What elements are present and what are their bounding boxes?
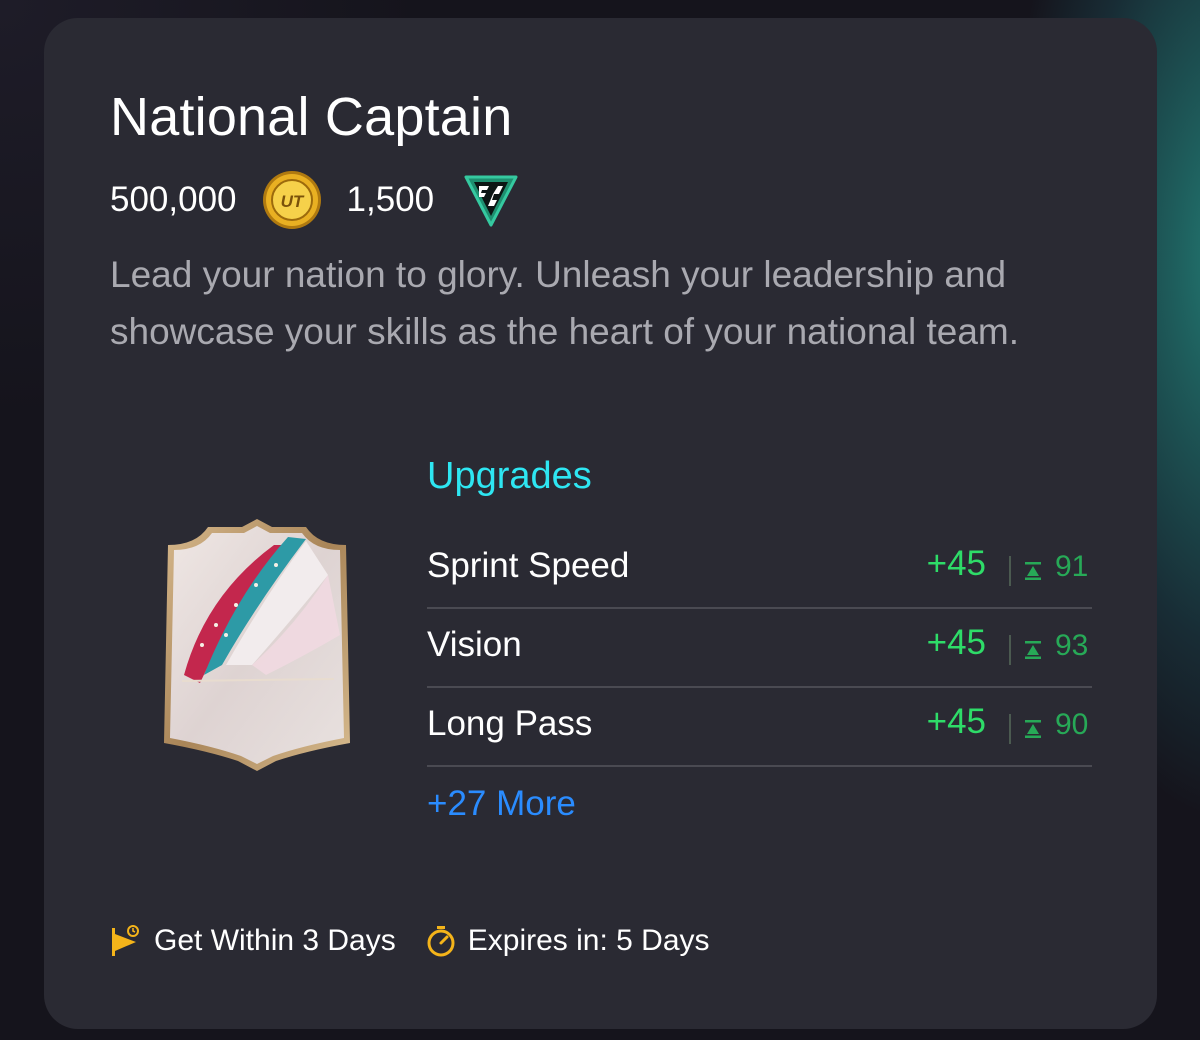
upgrade-name: Vision bbox=[427, 625, 522, 664]
more-upgrades-link[interactable]: +27 More bbox=[427, 784, 576, 824]
upgrade-max: 91 bbox=[1055, 550, 1089, 583]
upgrade-row-sprint-speed: Sprint Speed +45 91 bbox=[427, 528, 1092, 609]
svg-text:UT: UT bbox=[280, 192, 304, 211]
max-cap-icon bbox=[1025, 562, 1041, 580]
upgrade-boost: +45 bbox=[926, 623, 986, 662]
get-within-label: Get Within 3 Days bbox=[154, 924, 396, 957]
fc-points-icon bbox=[464, 175, 518, 227]
upgrade-max: 93 bbox=[1055, 629, 1089, 662]
upgrade-boost: +45 bbox=[926, 544, 986, 583]
expires-label: Expires in: 5 Days bbox=[467, 924, 710, 957]
divider bbox=[1009, 635, 1011, 665]
player-card-icon bbox=[164, 519, 350, 771]
divider bbox=[1009, 714, 1011, 744]
flag-icon bbox=[112, 925, 139, 956]
objective-description: Lead your nation to glory. Unleash your … bbox=[110, 254, 1020, 352]
upgrade-boost: +45 bbox=[926, 702, 986, 741]
timer-icon bbox=[427, 926, 455, 957]
footer: Get Within 3 Days Expires in: 5 Days bbox=[110, 918, 710, 964]
max-cap-icon bbox=[1025, 641, 1041, 659]
upgrade-max: 90 bbox=[1055, 708, 1089, 741]
upgrade-row-vision: Vision +45 93 bbox=[427, 607, 1092, 688]
ut-coin-icon: UT bbox=[262, 171, 321, 229]
max-cap-icon bbox=[1025, 720, 1041, 738]
coin-price: 500,000 bbox=[110, 180, 237, 219]
upgrade-row-long-pass: Long Pass +45 90 bbox=[427, 686, 1092, 767]
price-row: 500,000 UT 1,500 bbox=[110, 170, 522, 230]
upgrade-name: Sprint Speed bbox=[427, 546, 630, 585]
upgrades-heading: Upgrades bbox=[427, 455, 592, 497]
upgrade-name: Long Pass bbox=[427, 704, 593, 743]
points-price: 1,500 bbox=[346, 180, 435, 219]
objective-title: National Captain bbox=[110, 87, 513, 147]
divider bbox=[1009, 556, 1011, 586]
